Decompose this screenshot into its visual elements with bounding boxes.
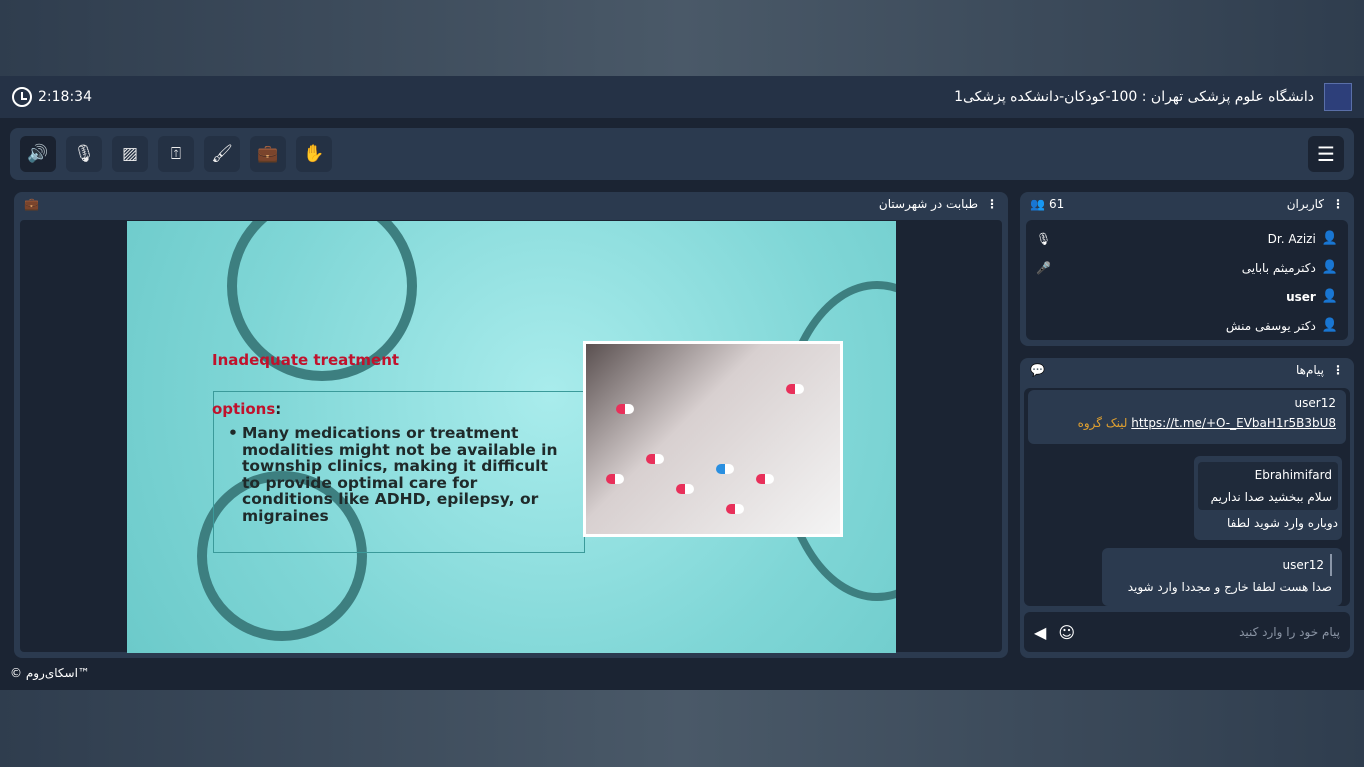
app: 2:18:34 دانشگاه علوم پزشکی تهران : 100-ک…: [0, 76, 1364, 690]
mic-off-button[interactable]: 🎙: [66, 136, 102, 172]
message-text: صدا هست لطفا خارج و مجددا وارد شوید: [1127, 580, 1332, 594]
quoted-message: Ebrahimifard سلام ببخشید صدا نداریم: [1198, 462, 1338, 510]
user-row[interactable]: 🎙 👤 Dr. Azizi: [1036, 224, 1338, 253]
raise-hand-button[interactable]: ✋: [296, 136, 332, 172]
mic-icon: 🎙: [1036, 231, 1052, 246]
chat-message: Ebrahimifard سلام ببخشید صدا نداریم دوبا…: [1194, 456, 1342, 540]
chat-message: user12 https://t.me/+O-_EVbaH1r5B3bU8 لی…: [1028, 390, 1346, 444]
person-icon: 👤: [1321, 289, 1338, 304]
slide-area: Inadequate treatment options: • Many medi…: [20, 220, 1002, 653]
share-screen-button[interactable]: ⍐: [158, 136, 194, 172]
clock-icon: [12, 87, 32, 107]
timer: 2:18:34: [12, 87, 92, 107]
person-icon: 👤: [1321, 231, 1338, 246]
user-name: user: [1286, 289, 1316, 304]
slide-colon: :: [275, 400, 282, 418]
users-list: 🎙 👤 Dr. Azizi 🎤 👤 دکترمیثم بابایی 👤 user 👤 دکت…: [1026, 220, 1348, 340]
slide-title: Inadequate treatment: [212, 351, 400, 369]
footer-brand: © اسکای‌روم™: [10, 666, 90, 680]
link-label: لینک گروه: [1077, 416, 1128, 430]
timer-text: 2:18:34: [38, 89, 92, 105]
user-name: Dr. Azizi: [1267, 231, 1316, 246]
room-title: دانشگاه علوم پزشکی تهران : 100-کودکان-دا…: [954, 83, 1352, 111]
header: 2:18:34 دانشگاه علوم پزشکی تهران : 100-ک…: [0, 76, 1364, 118]
message-sender: user12: [1112, 554, 1332, 576]
message-link[interactable]: https://t.me/+O-_EVbaH1r5B3bU8: [1131, 416, 1336, 430]
message-text: دوباره وارد شوید لطفا: [1226, 516, 1338, 530]
users-title: کاربران: [1286, 197, 1324, 211]
person-icon: 👤: [1321, 318, 1338, 333]
more-icon[interactable]: ⋮: [1332, 197, 1344, 211]
mic-icon: 🎤: [1036, 260, 1051, 275]
user-name: دکترمیثم بابایی: [1241, 260, 1316, 275]
chat-message: user12 صدا هست لطفا خارج و مجددا وارد شو…: [1102, 548, 1342, 606]
pills-image: [583, 341, 843, 537]
more-icon[interactable]: ⋮: [1332, 363, 1344, 377]
slide-subtitle: options:: [212, 400, 281, 418]
university-logo: [1324, 83, 1352, 111]
toolbar: 🔊 🎙 ▨ ⍐ 🖌 💼 ✋ ☰: [10, 128, 1354, 180]
message-sender: user12: [1294, 396, 1336, 410]
user-name: دکتر یوسفی منش: [1225, 318, 1316, 333]
user-row[interactable]: 👤 user: [1036, 282, 1338, 311]
quote-text: سلام ببخشید صدا نداریم: [1210, 490, 1332, 504]
chat-title: پیام‌ها: [1295, 363, 1324, 377]
more-icon[interactable]: ⋮: [986, 197, 998, 211]
presentation-header: ⋮ طبابت در شهرستان 💼: [14, 192, 1008, 216]
room-title-text: دانشگاه علوم پزشکی تهران : 100-کودکان-دا…: [954, 89, 1314, 105]
briefcase-icon[interactable]: 💼: [24, 197, 39, 211]
chat-panel: ⋮ پیام‌ها 💬 user12 https://t.me/+O-_EVbaH…: [1020, 358, 1354, 658]
briefcase-button[interactable]: 💼: [250, 136, 286, 172]
users-count: 61: [1048, 197, 1065, 211]
presentation-title-text: طبابت در شهرستان: [878, 197, 978, 211]
user-row[interactable]: 🎤 👤 دکترمیثم بابایی: [1036, 253, 1338, 282]
menu-button[interactable]: ☰: [1308, 136, 1344, 172]
slide: Inadequate treatment options: • Many medi…: [127, 221, 896, 653]
presentation-panel: ⋮ طبابت در شهرستان 💼 Inadequate treatment…: [14, 192, 1008, 658]
slide-subtitle-text: options: [212, 400, 276, 418]
chat-header: ⋮ پیام‌ها 💬: [1020, 358, 1354, 382]
video-off-button[interactable]: ▨: [112, 136, 148, 172]
quote-sender: Ebrahimifard: [1254, 468, 1332, 482]
brush-button[interactable]: 🖌: [204, 136, 240, 172]
presentation-title: ⋮ طبابت در شهرستان: [879, 197, 998, 211]
slide-bullet-text: Many medications or treatment modalities…: [242, 424, 558, 525]
emoji-icon[interactable]: ☺: [1058, 623, 1075, 642]
send-icon[interactable]: ◀: [1034, 623, 1046, 642]
slide-bullet: • Many medications or treatment modalitie…: [228, 424, 558, 525]
chat-messages[interactable]: user12 https://t.me/+O-_EVbaH1r5B3bU8 لی…: [1024, 388, 1350, 606]
users-panel: ⋮ کاربران 👥 61 🎙 👤 Dr. Azizi 🎤 👤 دکترمیثم بابا…: [1020, 192, 1354, 346]
chat-bubble-icon: 💬: [1030, 363, 1045, 377]
person-icon: 👤: [1321, 260, 1338, 275]
chat-input-bar: ◀ ☺ پیام خود را وارد کنید: [1024, 612, 1350, 652]
users-group-icon: 👥: [1030, 197, 1045, 211]
chat-input[interactable]: پیام خود را وارد کنید: [1239, 625, 1340, 639]
users-header: ⋮ کاربران 👥 61: [1020, 192, 1354, 216]
speaker-button[interactable]: 🔊: [20, 136, 56, 172]
user-row[interactable]: 👤 دکتر یوسفی منش: [1036, 311, 1338, 340]
